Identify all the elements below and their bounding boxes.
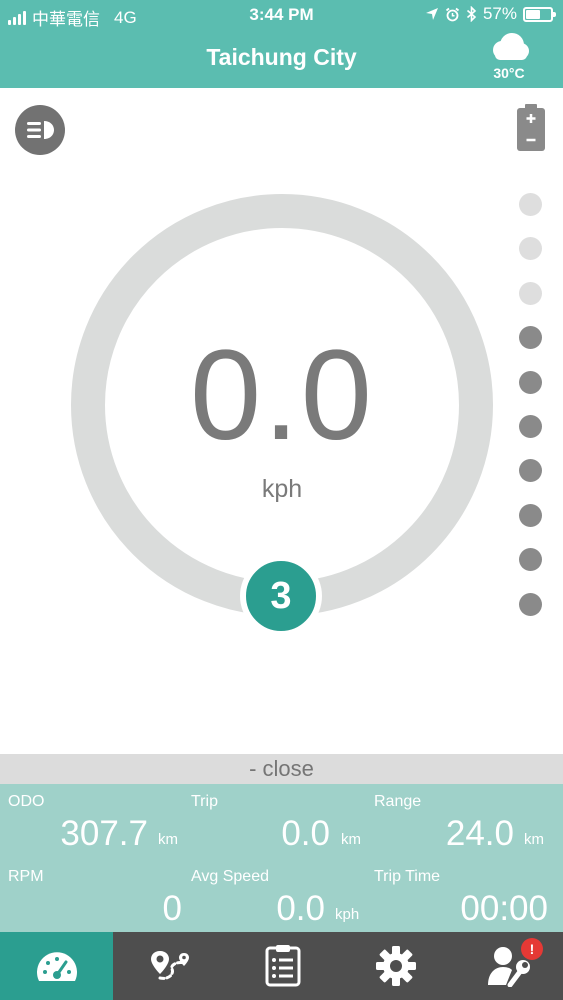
avg-speed-unit: kph [335,906,360,923]
trip-time-label: Trip Time [374,868,441,885]
status-bar: 中華電信 4G 3:44 PM 57% [0,0,563,30]
assist-dot [519,503,542,527]
assist-dot [519,193,542,216]
cloud-icon [493,33,529,60]
trip-time-value: 00:00 [460,889,548,928]
status-indicators: 57% [425,4,556,24]
assist-dot [519,237,542,261]
assist-dot [519,326,542,350]
battery-icon [523,6,556,22]
range-value: 24.0 [445,814,514,853]
nav-route[interactable] [113,932,226,1000]
assist-dot [519,281,542,305]
battery-level-fill [526,9,540,19]
nav-service[interactable]: ! [452,932,563,1000]
alert-badge: ! [521,938,543,960]
temperature: 30°C [493,65,525,81]
trip-unit: km [341,831,361,848]
gear-icon [375,946,416,986]
range-label: Range [374,793,422,810]
speed-value: 0.0 [190,324,374,467]
assist-dot [519,370,542,394]
avg-speed-label: Avg Speed [191,868,269,885]
trip-stats-panel: ODO 307.7 km Trip 0.0 km Range 24.0 km R… [0,784,563,932]
map-route-icon [150,951,189,980]
headlight-button[interactable] [15,105,65,155]
assist-level-badge[interactable]: 3 [240,555,322,637]
odo-label: ODO [8,793,45,810]
alarm-icon [445,7,460,21]
range-unit: km [524,831,544,848]
headlight-icon [27,121,54,139]
bluetooth-icon [466,6,477,22]
speed-unit: kph [261,475,303,503]
assist-dot [519,592,542,616]
nav-settings[interactable] [339,932,452,1000]
battery-percent: 57% [482,4,517,23]
assist-dot [519,415,542,438]
trip-label: Trip [191,793,218,810]
close-panel-button[interactable]: - close [0,754,563,784]
weather-widget[interactable]: 30°C [479,32,539,81]
rpm-value: 0 [162,889,182,928]
nav-records[interactable] [226,932,339,1000]
avg-speed-value: 0.0 [276,889,325,928]
assist-dot [519,459,542,483]
rpm-label: RPM [8,868,44,885]
nav-dashboard[interactable] [0,932,113,1000]
odo-value: 307.7 [60,814,148,853]
list-document-icon [265,945,300,987]
bottom-nav: ! [0,932,563,1000]
location-arrow-icon [425,8,438,20]
speedometer-icon [36,952,77,981]
app-header: 中華電信 4G 3:44 PM 57% Taichung City 30°C [0,0,563,88]
odo-unit: km [158,831,178,848]
bike-battery-icon [516,104,546,157]
assist-dot [519,548,542,572]
trip-value: 0.0 [281,814,330,853]
